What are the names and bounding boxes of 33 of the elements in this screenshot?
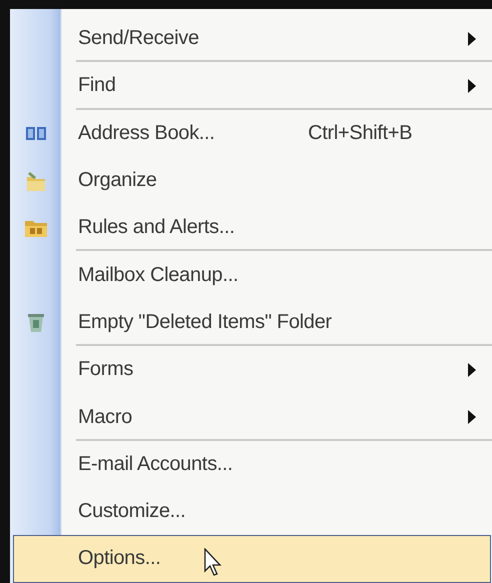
menu-item[interactable]: Customize... — [10, 488, 492, 536]
submenu-arrow-icon — [468, 32, 476, 46]
menu-item-label: Send/Receive — [78, 27, 199, 50]
menu-item[interactable]: Mailbox Cleanup... — [10, 251, 492, 299]
shortcut-text: Ctrl+Shift+B — [308, 122, 412, 145]
menu-item[interactable]: Send/Receive — [10, 15, 492, 62]
menu-item-label: Mailbox Cleanup... — [78, 264, 238, 287]
menu-item[interactable]: Macro — [10, 393, 492, 441]
menu-item-label: Find — [78, 74, 116, 98]
menu-item[interactable]: E-mail Accounts... — [10, 440, 492, 488]
menu-item-label: Macro — [78, 406, 132, 429]
trash-icon — [26, 311, 46, 334]
mouse-pointer-icon — [204, 548, 222, 576]
menu-item-label: Rules and Alerts... — [78, 216, 235, 240]
menu-item-label: Customize... — [78, 500, 186, 524]
submenu-arrow-icon — [468, 362, 476, 377]
menu-item-label: Empty "Deleted Items" Folder — [78, 310, 332, 334]
menu-item[interactable]: Rules and Alerts... — [10, 204, 492, 252]
menu-item[interactable]: Address Book... Ctrl+Shift+B — [10, 110, 492, 157]
menu-item-label: Forms — [78, 358, 134, 382]
submenu-arrow-icon — [468, 410, 476, 424]
menu-item-label: Options... — [78, 547, 161, 570]
book-icon — [25, 125, 47, 142]
menu-item-label: E-mail Accounts... — [78, 452, 233, 476]
menu-item-label: Address Book... — [78, 122, 215, 145]
menu-item[interactable]: Empty "Deleted Items" Folder — [10, 298, 492, 346]
folder-icon — [25, 170, 47, 192]
menu-item[interactable]: Find — [10, 62, 492, 110]
menu-item-label: Organize — [78, 169, 157, 192]
submenu-arrow-icon — [468, 78, 476, 93]
menu-item[interactable]: Options... — [13, 535, 491, 583]
menu-item[interactable]: Forms — [10, 346, 492, 394]
menu-item[interactable]: Organize — [10, 156, 492, 204]
